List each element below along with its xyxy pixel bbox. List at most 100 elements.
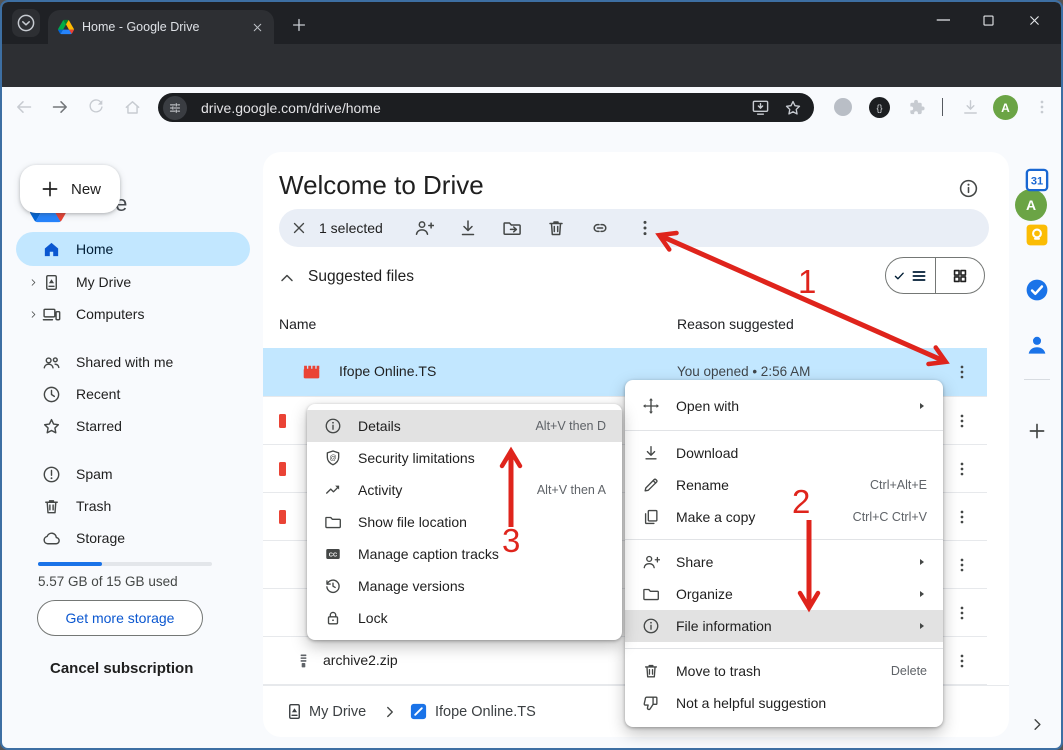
plus-icon [39,178,61,200]
download-action-button[interactable] [457,217,479,239]
page-title: Welcome to Drive [279,170,484,201]
row-menu-button[interactable] [951,410,973,432]
expander-icon[interactable] [28,277,42,288]
menu-item-file-information[interactable]: File information [625,610,943,642]
sidebar-item-storage[interactable]: Storage [16,522,250,554]
tab-close-icon[interactable] [251,21,264,34]
delete-action-button[interactable] [545,217,567,239]
menu-item-organize[interactable]: Organize [625,578,943,610]
menu-item-download[interactable]: Download [625,437,943,469]
submenu-item-activity[interactable]: ActivityAlt+V then A [307,474,622,506]
breadcrumb-file[interactable]: Ifope Online.TS [435,704,536,720]
side-panel-contacts-button[interactable] [1024,332,1050,358]
sidebar-item-home[interactable]: Home [16,232,250,266]
browser-window: Home - Google Drive drive.google.com/dri… [0,0,1063,750]
sidebar-nav: HomeMy DriveComputers Shared with me Recen… [16,232,250,554]
breadcrumb-my-drive[interactable]: My Drive [309,704,366,720]
link-action-button[interactable] [589,217,611,239]
grid-view-icon [952,268,968,284]
person-add-icon [641,553,661,571]
side-panel-keep-button[interactable] [1024,222,1050,248]
menu-item-share[interactable]: Share [625,546,943,578]
column-header-name[interactable]: Name [279,316,316,332]
menu-divider [625,539,943,540]
menu-divider [625,430,943,431]
clear-selection-button[interactable] [289,218,309,238]
row-menu-button[interactable] [951,361,973,383]
selection-toolbar: 1 selected [279,209,989,247]
tab-search-button[interactable] [12,9,40,37]
submenu-item-details[interactable]: DetailsAlt+V then D [307,410,622,442]
cancel-subscription-link[interactable]: Cancel subscription [50,660,193,677]
menu-item-label: Download [676,445,927,461]
submenu-item-show-file-location[interactable]: Show file location [307,506,622,538]
file-reason: You opened • 2:56 AM [677,364,810,379]
add-apps-button[interactable] [1025,419,1049,443]
more-action-button[interactable] [634,217,656,239]
activity-icon [323,481,343,499]
storage-progress [38,562,212,566]
submenu-item-manage-caption-tracks[interactable]: CCManage caption tracks [307,538,622,570]
partial-file-icon [279,414,286,428]
menu-item-not-a-helpful-suggestion[interactable]: Not a helpful suggestion [625,687,943,719]
sidebar-item-spam[interactable]: Spam [16,458,250,490]
sidebar-item-label: Recent [76,386,120,402]
row-menu-button[interactable] [951,458,973,480]
submenu-item-lock[interactable]: Lock [307,602,622,634]
sidebar-item-label: Spam [76,466,113,482]
menu-item-open-with[interactable]: Open with [625,388,943,424]
submenu-item-security-limitations[interactable]: @Security limitations [307,442,622,474]
download-icon [641,444,661,462]
minimize-button[interactable] [919,4,965,36]
context-menu: Open with Download RenameCtrl+Alt+EMake a … [625,380,943,727]
move-action-button[interactable] [501,217,523,239]
get-more-storage-button[interactable]: Get more storage [37,600,203,636]
side-panel-calendar-button[interactable]: 31 [1024,167,1050,193]
list-view-button[interactable] [886,258,935,293]
menu-item-rename[interactable]: RenameCtrl+Alt+E [625,469,943,501]
sidebar-item-my-drive[interactable]: My Drive [16,266,250,298]
row-menu-button[interactable] [951,650,973,672]
menu-item-move-to-trash[interactable]: Move to trashDelete [625,655,943,687]
new-tab-button[interactable] [286,12,312,38]
column-header-reason[interactable]: Reason suggested [677,316,794,332]
menu-item-shortcut: Ctrl+Alt+E [870,478,927,492]
sidebar-item-starred[interactable]: Starred [16,410,250,442]
submenu-item-manage-versions[interactable]: Manage versions [307,570,622,602]
new-button-label: New [71,181,101,198]
plus-icon [290,16,308,34]
grid-view-button[interactable] [935,258,985,293]
selection-count: 1 selected [319,220,383,236]
star-icon [42,417,68,436]
window-controls [919,4,1057,36]
people-icon [42,353,68,372]
menu-item-make-a-copy[interactable]: Make a copyCtrl+C Ctrl+V [625,501,943,533]
side-panel-tasks-button[interactable] [1024,277,1050,303]
sidebar-item-computers[interactable]: Computers [16,298,250,330]
storage-usage-text: 5.57 GB of 15 GB used [38,574,178,589]
hide-side-panel-button[interactable] [1027,714,1047,734]
browser-tab[interactable]: Home - Google Drive [48,10,274,44]
maximize-button[interactable] [965,4,1011,36]
expander-icon[interactable] [28,309,42,320]
menu-item-label: Manage caption tracks [358,546,606,562]
menu-item-label: File information [676,618,907,634]
new-button[interactable]: New [20,165,120,213]
close-window-button[interactable] [1011,4,1057,36]
row-menu-button[interactable] [951,506,973,528]
collapse-section-button[interactable] [276,267,298,289]
sidebar-item-shared-with-me[interactable]: Shared with me [16,346,250,378]
menu-item-shortcut: Alt+V then D [535,419,606,433]
cloud-icon [42,529,68,548]
menu-item-label: Not a helpful suggestion [676,695,927,711]
thumbs-down-icon [641,694,661,712]
sidebar-item-recent[interactable]: Recent [16,378,250,410]
svg-text:@: @ [329,453,336,462]
share-action-button[interactable] [413,217,435,239]
sidebar-item-trash[interactable]: Trash [16,490,250,522]
row-menu-button[interactable] [951,602,973,624]
info-icon[interactable] [958,178,979,199]
row-menu-button[interactable] [951,554,973,576]
info-icon [323,417,343,435]
lock-icon [323,609,343,627]
